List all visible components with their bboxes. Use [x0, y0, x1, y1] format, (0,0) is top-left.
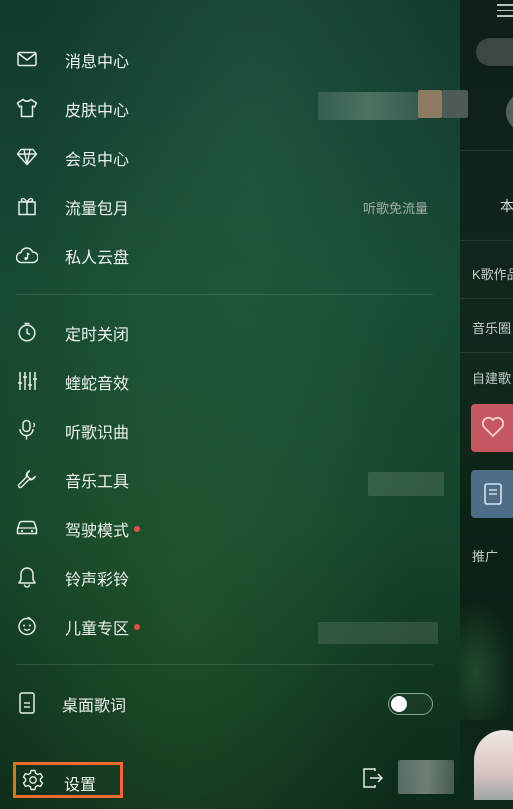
- desktop-lyrics-toggle[interactable]: [388, 693, 433, 715]
- avatar[interactable]: [506, 92, 513, 132]
- bell-icon: [16, 566, 38, 588]
- diamond-icon: [16, 146, 38, 168]
- menu-item-sound-effects[interactable]: 蝰蛇音效: [0, 360, 460, 404]
- menu-item-sleep-timer[interactable]: 定时关闭: [0, 311, 460, 355]
- menu-item-label: 定时关闭: [65, 327, 130, 344]
- phone-lyrics-icon: [16, 692, 38, 714]
- menu-item-ringtones[interactable]: 铃声彩铃: [0, 556, 460, 600]
- menu-item-label: 铃声彩铃: [65, 572, 130, 589]
- mosaic-blur: [368, 472, 444, 496]
- gear-icon: [22, 769, 44, 791]
- playlist-thumb-love[interactable]: [471, 404, 513, 452]
- menu-item-label: 消息中心: [65, 54, 130, 71]
- equalizer-icon: [16, 370, 38, 392]
- menu-item-song-recognition[interactable]: 听歌识曲: [0, 409, 460, 453]
- timer-icon: [16, 321, 38, 343]
- settings-label: 设置: [64, 777, 97, 794]
- toggle-knob: [391, 696, 407, 712]
- menu-item-label: 皮肤中心: [65, 103, 130, 120]
- search-bar[interactable]: [476, 38, 513, 66]
- divider: [16, 664, 433, 665]
- plant-illustration: [460, 600, 513, 720]
- cloud-music-icon: [16, 244, 38, 266]
- exit-icon[interactable]: [362, 767, 384, 789]
- menu-item-label: 蝰蛇音效: [65, 376, 130, 393]
- menu-item-label: 听歌识曲: [65, 425, 130, 442]
- row-music-circle[interactable]: 音乐圈: [472, 318, 511, 337]
- new-badge-dot: [134, 526, 140, 532]
- row-self-built-playlist[interactable]: 自建歌: [472, 368, 511, 387]
- divider: [460, 150, 513, 151]
- mail-icon: [16, 48, 38, 70]
- car-icon: [16, 517, 38, 539]
- tab-partial[interactable]: 本: [500, 196, 513, 216]
- playlist-thumb-doc[interactable]: [471, 470, 513, 518]
- menu-item-label: 流量包月: [65, 201, 130, 218]
- wrench-icon: [16, 468, 38, 490]
- menu-item-label: 音乐工具: [65, 474, 130, 491]
- menu-item-vip[interactable]: 会员中心: [0, 136, 460, 180]
- document-icon: [484, 483, 502, 505]
- kids-face-icon: [16, 615, 38, 637]
- mosaic-blur: [318, 622, 438, 644]
- data-plan-hint: 听歌免流量: [362, 200, 428, 216]
- gift-icon: [16, 195, 38, 217]
- mic-recognize-icon: [16, 419, 38, 441]
- mosaic-blur: [398, 760, 454, 794]
- menu-item-driving-mode[interactable]: 驾驶模式: [0, 507, 460, 551]
- mosaic-blur: [318, 92, 418, 120]
- hamburger-icon[interactable]: [497, 4, 513, 18]
- menu-item-label: 私人云盘: [65, 250, 130, 267]
- divider: [460, 298, 513, 299]
- divider: [460, 240, 513, 241]
- tshirt-icon: [16, 97, 38, 119]
- menu-item-label: 驾驶模式: [65, 523, 130, 540]
- side-drawer: 消息中心 皮肤中心 会员中心 流量包月 听歌免流量 私人云盘 定时关闭 蝰蛇音效…: [0, 0, 468, 809]
- menu-item-label: 桌面歌词: [62, 698, 127, 715]
- divider: [460, 352, 513, 353]
- menu-item-messages[interactable]: 消息中心: [0, 38, 460, 82]
- divider: [16, 294, 433, 295]
- menu-item-label: 会员中心: [65, 152, 130, 169]
- singer-avatar[interactable]: [474, 730, 513, 800]
- row-k-song[interactable]: K歌作品: [472, 264, 513, 283]
- settings-button[interactable]: 设置: [13, 762, 123, 798]
- mosaic-blur: [418, 90, 442, 118]
- heart-icon: [481, 416, 505, 438]
- menu-item-cloud-drive[interactable]: 私人云盘: [0, 234, 460, 278]
- main-page-background: 本 K歌作品 音乐圈 自建歌 推广: [460, 0, 513, 809]
- row-promotion[interactable]: 推广: [472, 546, 498, 565]
- mosaic-blur: [442, 90, 468, 118]
- new-badge-dot: [134, 624, 140, 630]
- menu-item-data-plan[interactable]: 流量包月 听歌免流量: [0, 185, 460, 229]
- menu-item-label: 儿童专区: [65, 621, 130, 638]
